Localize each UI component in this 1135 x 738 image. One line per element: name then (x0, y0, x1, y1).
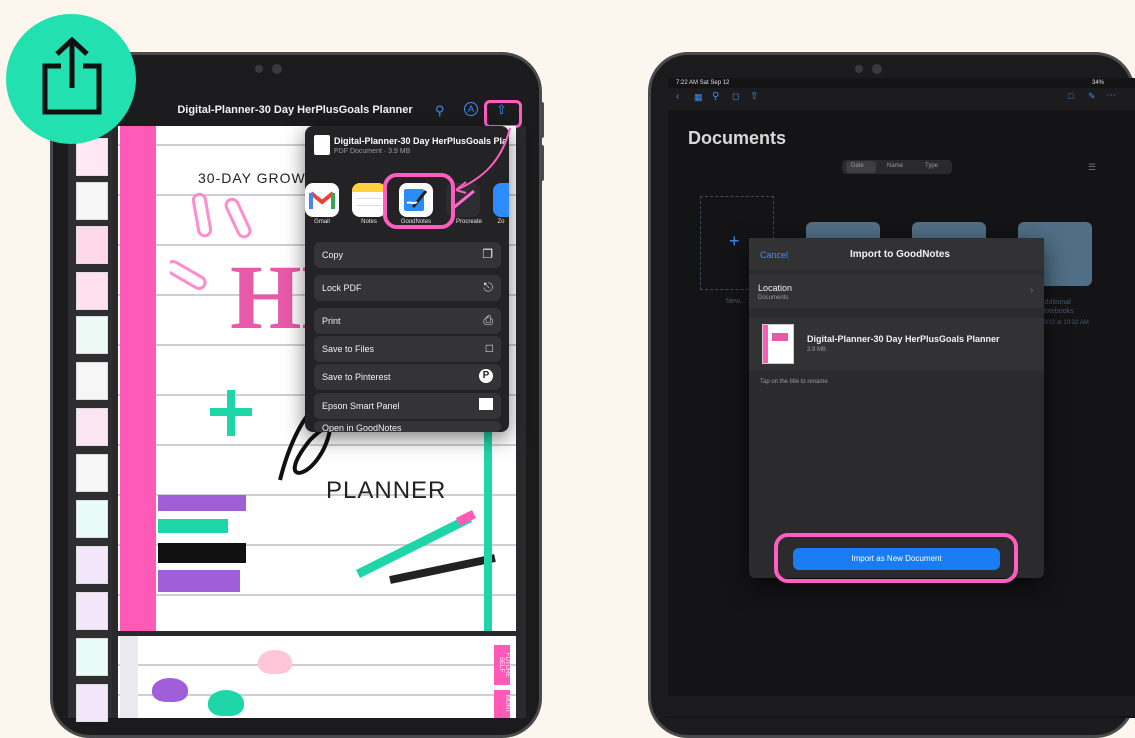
more-icon[interactable]: ⋯ (1106, 90, 1116, 101)
print-icon: ⎙ (483, 313, 493, 327)
gmail-icon[interactable] (305, 183, 339, 217)
action-open-in-goodnotes[interactable]: Open in GoodNotes (314, 421, 501, 432)
action-label: Lock PDF (322, 283, 362, 293)
folder-caption: Additional Notebooks (1040, 299, 1074, 315)
page-footer-text: PLANNER (326, 477, 447, 504)
location-row[interactable] (749, 274, 1044, 308)
right-bottom-bar (668, 696, 1135, 716)
dialog-title: Import to GoodNotes (850, 249, 950, 260)
thumbnail[interactable] (76, 454, 108, 492)
sort-date[interactable]: Date (851, 163, 864, 169)
app-label-gmail: Gmail (314, 219, 330, 225)
heart-icon (152, 678, 188, 702)
thumbnail[interactable] (76, 592, 108, 630)
thumbnail[interactable] (76, 408, 108, 446)
new-label: New... (726, 298, 746, 305)
page2-margin (120, 636, 138, 718)
side-button (540, 102, 544, 138)
action-save-to-files[interactable]: Save to Files □ (314, 336, 501, 362)
cancel-button[interactable]: Cancel (760, 250, 788, 260)
thumbnail[interactable] (76, 316, 108, 354)
action-print[interactable]: Print ⎙ (314, 308, 501, 334)
book-stack (158, 519, 228, 533)
back-icon[interactable]: ‹ (676, 91, 679, 102)
thumbnail[interactable] (76, 138, 108, 176)
camera-lens (272, 64, 282, 74)
thumbnail[interactable] (76, 684, 108, 722)
copy-icon: ❐ (482, 247, 493, 261)
status-time: 7:22 AM Sat Sep 12 (676, 80, 730, 86)
pinterest-icon: P (479, 369, 493, 383)
sort-name[interactable]: Name (887, 163, 903, 169)
sort-segmented-control[interactable]: Date Name Type (842, 160, 952, 174)
highlight-arrow (455, 127, 511, 194)
documents-title: Documents (688, 128, 787, 148)
thumbnail[interactable] (76, 182, 108, 220)
share-badge (6, 14, 136, 144)
share-icon (42, 36, 102, 115)
thumbnail[interactable] (76, 546, 108, 584)
green-edge-bar (484, 420, 492, 631)
app-label-zoom: Zo (497, 219, 505, 225)
pink-margin-strip (120, 126, 156, 631)
chevron-right-icon: › (1030, 285, 1034, 296)
document-thumbnail (762, 324, 794, 364)
thumbnail[interactable] (76, 362, 108, 400)
thumbnail[interactable] (76, 272, 108, 310)
search-icon[interactable]: ⚲ (712, 91, 719, 102)
lock-icon: ⎋ (483, 280, 494, 294)
epson-icon (479, 398, 493, 410)
share-icon[interactable]: ⇧ (750, 91, 758, 102)
camera (855, 65, 863, 73)
battery-level: 34% (1092, 80, 1105, 86)
action-save-to-pinterest[interactable]: Save to Pinterest P (314, 364, 501, 390)
action-label: Save to Files (322, 344, 375, 354)
bookmark-icon[interactable]: ◻ (732, 91, 739, 102)
document-title: Digital-Planner-30 Day HerPlusGoals Plan… (177, 104, 413, 116)
tab-month[interactable]: MONT (494, 690, 510, 718)
planner-page-2 (118, 636, 516, 718)
folder-icon: □ (485, 341, 493, 355)
rename-hint: Tap on the title to rename (760, 379, 828, 385)
document-size: 3.9 MB (807, 347, 827, 353)
action-label: Save to Pinterest (322, 372, 391, 382)
action-label: Open in GoodNotes (322, 423, 402, 432)
document-icon[interactable]: □ (1068, 91, 1073, 101)
action-label: Epson Smart Panel (322, 401, 400, 411)
page-thumbnails (68, 126, 112, 722)
heart-icon (258, 650, 292, 674)
thumbnail[interactable] (76, 500, 108, 538)
share-file-meta: PDF Document · 3.9 MB (334, 148, 411, 155)
pdf-thumbnail-icon (314, 135, 330, 155)
camera (255, 65, 263, 73)
plus-icon: + (729, 231, 740, 251)
location-value: Documents (758, 295, 789, 301)
search-icon[interactable]: ⚲ (435, 103, 445, 119)
notes-icon[interactable] (352, 183, 386, 217)
action-label: Copy (322, 250, 344, 260)
grid-icon[interactable]: ▦ (694, 92, 703, 103)
document-title[interactable]: Digital-Planner-30 Day HerPlusGoals Plan… (807, 334, 1000, 344)
pen-icon[interactable]: ✎ (1088, 91, 1096, 102)
action-epson-smart-panel[interactable]: Epson Smart Panel (314, 393, 501, 419)
sort-type[interactable]: Type (925, 163, 938, 169)
location-label: Location (758, 283, 793, 293)
list-view-icon[interactable]: ☰ (1088, 162, 1096, 173)
pen-icon[interactable]: A (464, 102, 478, 116)
import-button-highlight (774, 533, 1018, 583)
book-stack (158, 543, 246, 563)
thumbnail[interactable] (76, 226, 108, 264)
side-button (540, 145, 544, 181)
heart-icon (208, 690, 244, 716)
book-stack (158, 570, 240, 592)
camera-lens (872, 64, 882, 74)
action-copy[interactable]: Copy ❐ (314, 242, 501, 268)
action-lock-pdf[interactable]: Lock PDF ⎋ (314, 275, 501, 301)
book-stack (158, 495, 246, 511)
folder-meta: 10/10 at 10:32 AM (1040, 320, 1089, 326)
thumbnail[interactable] (76, 638, 108, 676)
action-label: Print (322, 316, 341, 326)
tab-future-self[interactable]: FUTURE SELF (494, 645, 510, 685)
page-heading: 30-DAY GROWT (198, 170, 316, 186)
